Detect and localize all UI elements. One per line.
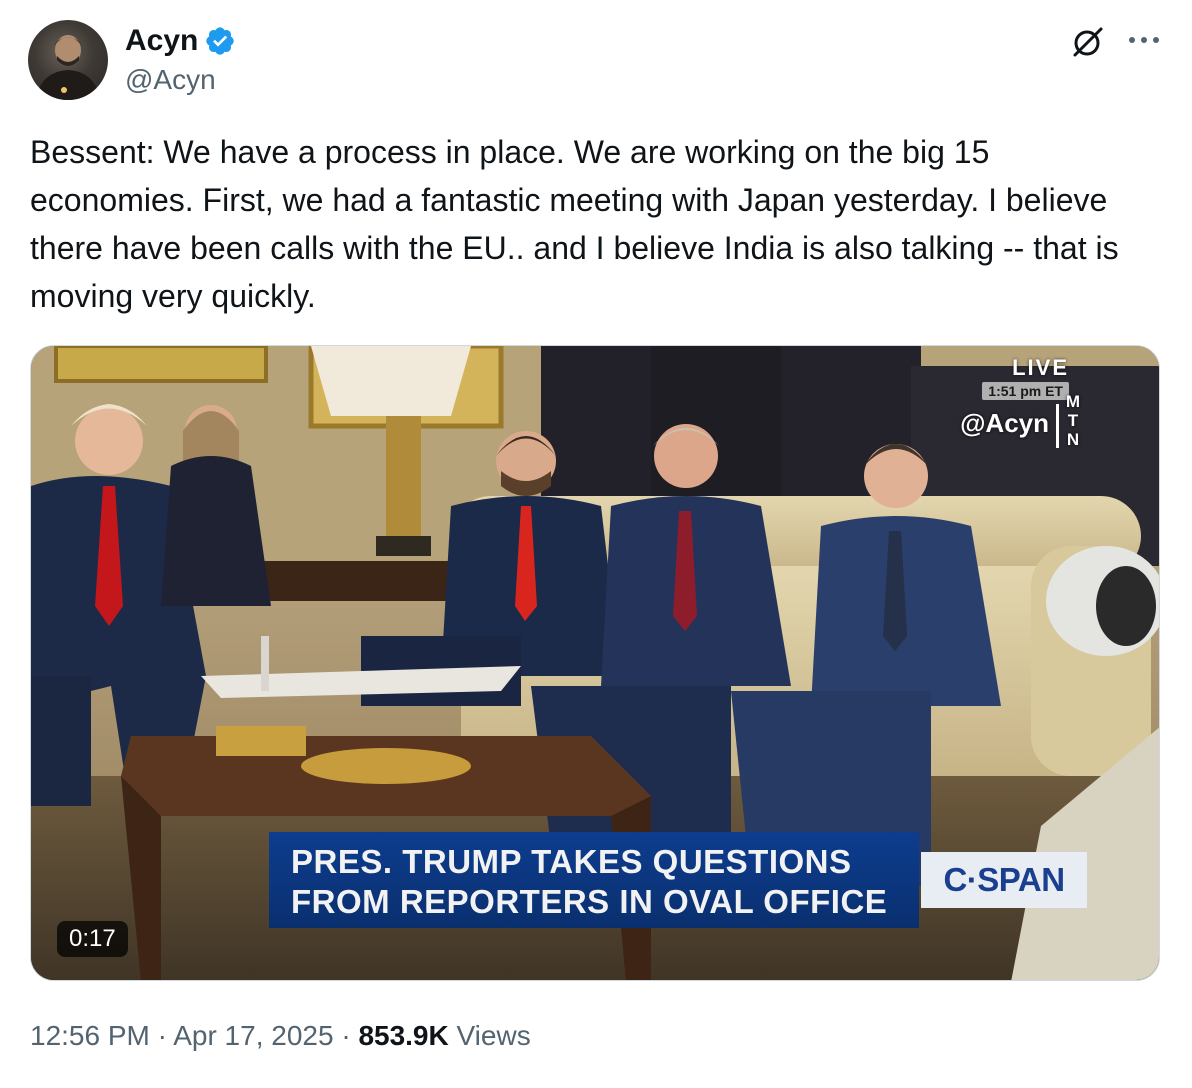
more-icon[interactable] [1126, 30, 1162, 50]
live-label: LIVE [1012, 355, 1069, 380]
views-count[interactable]: 853.9K [358, 1020, 448, 1051]
avatar-image [36, 35, 100, 100]
video-duration-badge: 0:17 [57, 921, 128, 957]
live-indicator: LIVE 1:51 pm ET [982, 356, 1069, 401]
mtn-logo: M T N [1063, 392, 1083, 449]
live-time: 1:51 pm ET [982, 382, 1069, 400]
author-display-name[interactable]: Acyn [125, 22, 198, 60]
grok-icon[interactable] [1070, 24, 1106, 60]
mtn-letter-t: T [1067, 411, 1079, 430]
tweet-date[interactable]: Apr 17, 2025 [173, 1020, 333, 1051]
chyron-line-1: PRES. TRUMP TAKES QUESTIONS [291, 843, 852, 880]
chyron-line-2: FROM REPORTERS IN OVAL OFFICE [291, 883, 888, 920]
video-player[interactable]: LIVE 1:51 pm ET @Acyn M T N PRES. TRUMP … [30, 345, 1160, 981]
verified-badge-icon[interactable] [204, 25, 236, 57]
mtn-letter-m: M [1065, 392, 1081, 411]
tweet-time[interactable]: 12:56 PM [30, 1020, 150, 1051]
tweet-meta: 12:56 PM · Apr 17, 2025 · 853.9K Views [30, 1018, 531, 1054]
mtn-letter-n: N [1066, 430, 1080, 449]
watermark-divider [1056, 404, 1059, 448]
tweet-card: Acyn @Acyn Bessent: We have a process in… [0, 0, 1192, 1088]
video-watermark: @Acyn [960, 408, 1049, 438]
author-handle[interactable]: @Acyn [125, 62, 216, 98]
meta-separator-2: · [333, 1020, 359, 1051]
tweet-text: Bessent: We have a process in place. We … [30, 134, 1128, 314]
author-name-row: Acyn [125, 22, 236, 60]
meta-separator: · [149, 1020, 174, 1051]
network-logo: C·SPAN [921, 852, 1087, 908]
views-label: Views [448, 1020, 531, 1051]
avatar[interactable] [28, 20, 108, 100]
news-chyron: PRES. TRUMP TAKES QUESTIONS FROM REPORTE… [269, 832, 919, 928]
